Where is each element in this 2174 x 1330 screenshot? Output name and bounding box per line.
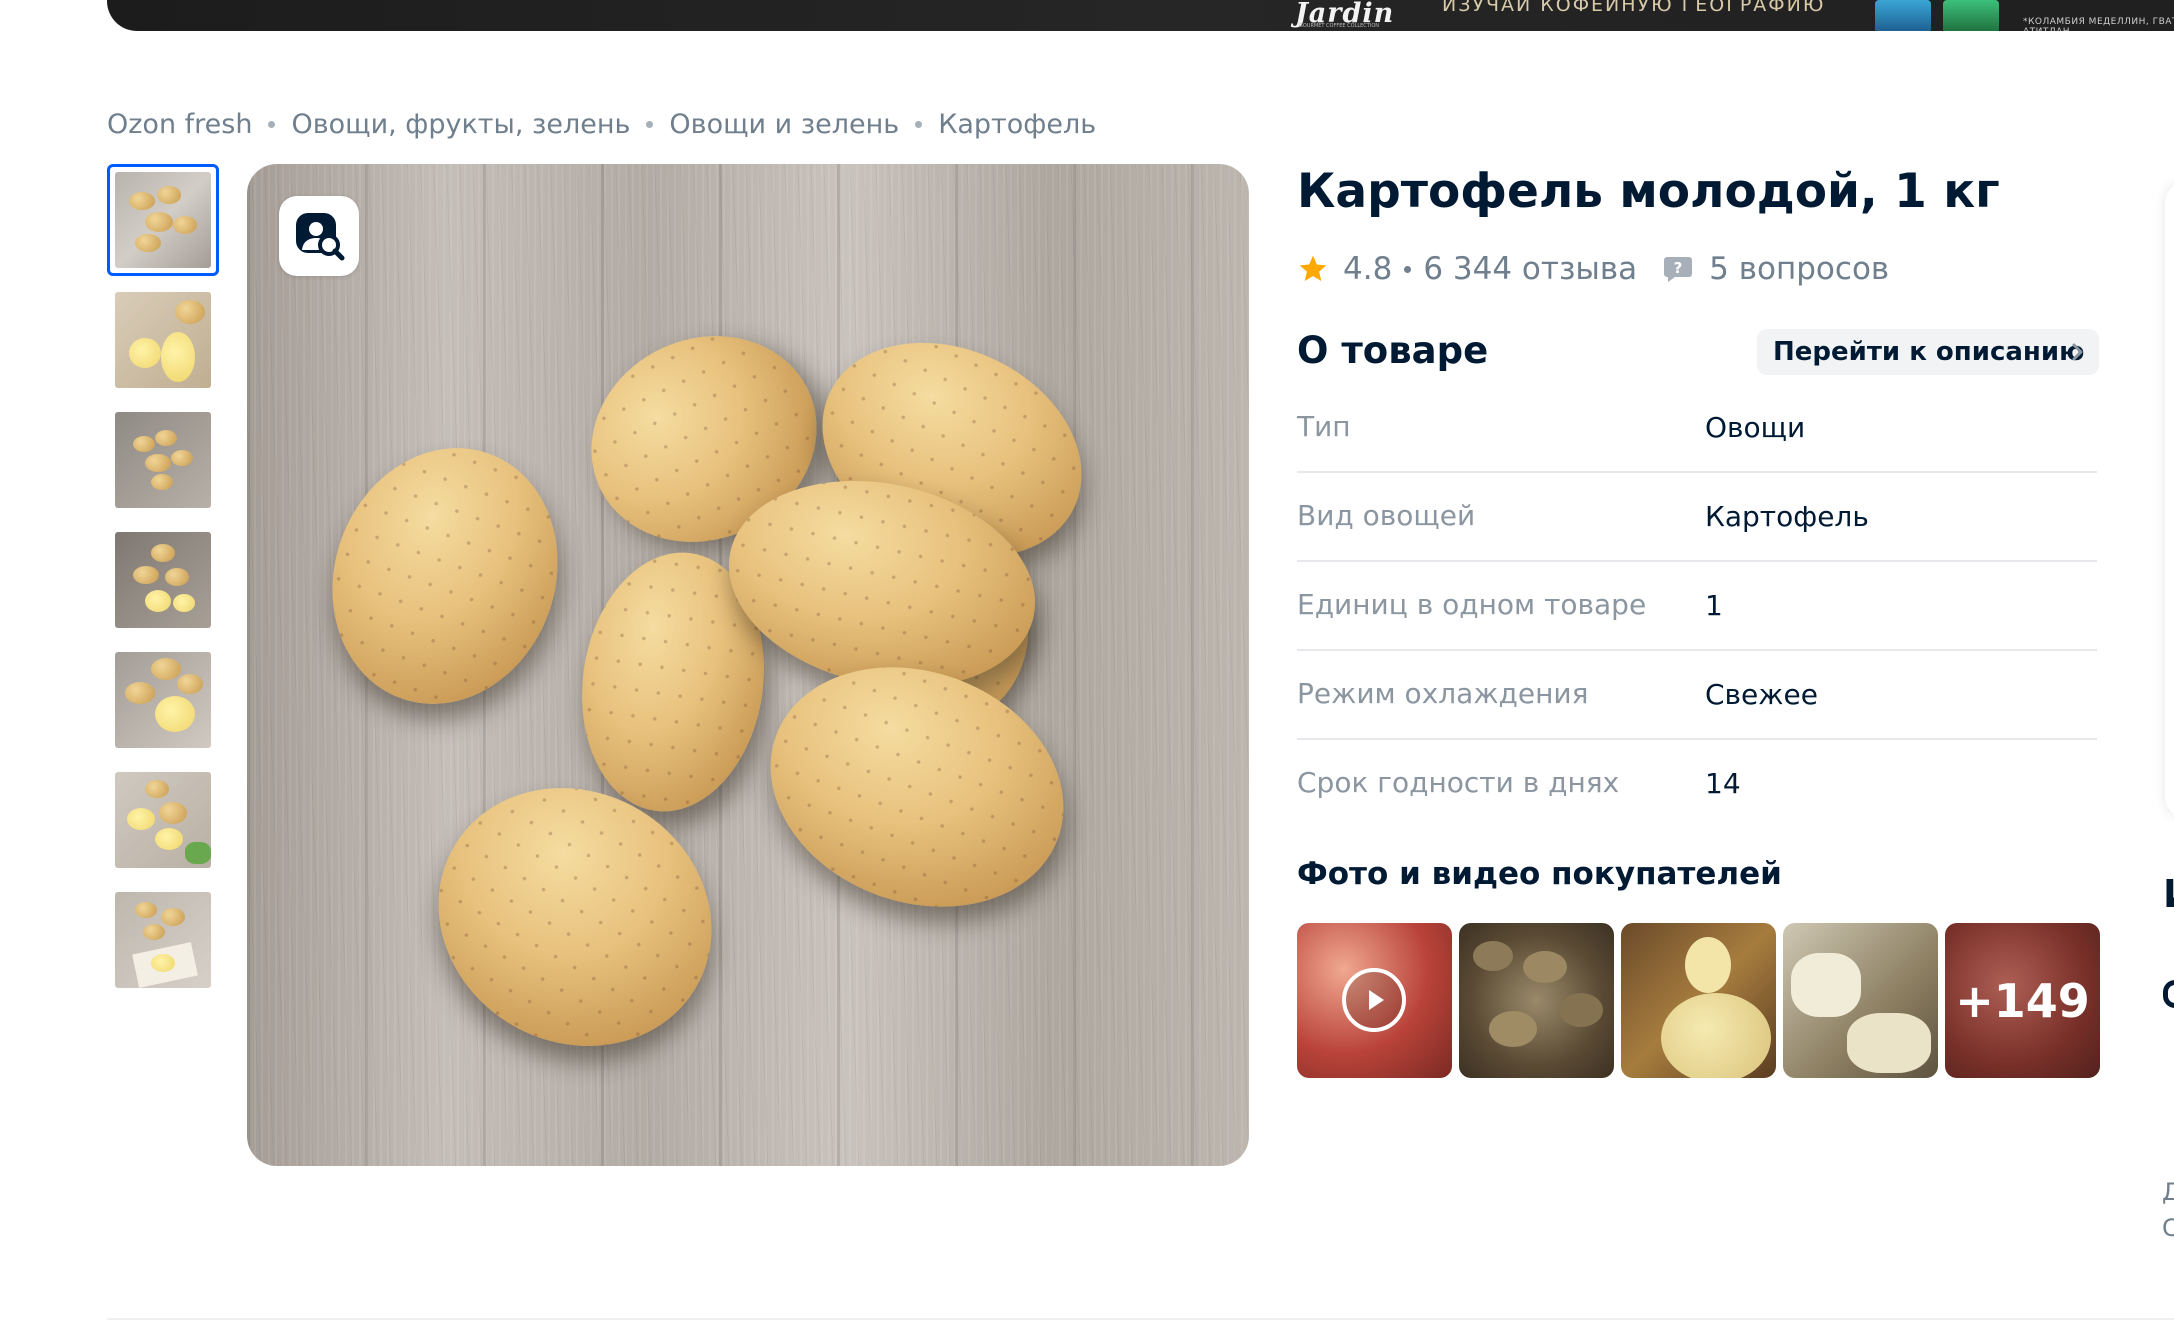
property-key: Срок годности в днях [1297, 766, 1620, 799]
thumbnail-image [115, 652, 211, 748]
property-key: Единиц в одном товаре [1297, 588, 1647, 621]
coffee-pack-image [1943, 0, 1999, 31]
breadcrumb-item[interactable]: Ozon fresh [107, 109, 252, 140]
side-heading-fragment: И [2163, 872, 2174, 916]
property-row: Единиц в одном товаре 1 [1297, 562, 2097, 651]
more-media-count: +149 [1945, 923, 2100, 1078]
product-main-image[interactable] [247, 164, 1249, 1166]
customer-video[interactable] [1297, 923, 1452, 1078]
customer-media-more[interactable]: +149 [1945, 923, 2100, 1078]
thumbnail-image [115, 772, 211, 868]
side-text-fragment: С [2162, 1214, 2174, 1242]
property-value[interactable]: Картофель [1705, 500, 1869, 533]
thumbnail[interactable] [107, 164, 219, 276]
reviews-link[interactable]: 6 344 отзыва [1423, 251, 1637, 287]
side-icon-fragment [2163, 980, 2174, 1008]
promo-banner[interactable]: Jardin GOURMET COFFEE COLLECTION ИЗУЧАЙ … [107, 0, 2174, 31]
question-bubble-icon: ? [1664, 257, 1693, 282]
banner-note: *КОЛАМБИЯ МЕДЕЛЛИН, ГВАТЕМАЛА АТИТЛАН [2023, 17, 2174, 31]
coffee-pack-image [1875, 0, 1931, 31]
thumbnail[interactable] [107, 524, 219, 636]
breadcrumb-item[interactable]: Овощи, фрукты, зелень [291, 109, 630, 140]
star-icon [1299, 255, 1327, 281]
breadcrumb-separator [268, 120, 276, 128]
about-title: О товаре [1297, 329, 1489, 372]
search-person-icon [296, 213, 345, 261]
customer-media-title: Фото и видео покупателей [1297, 856, 1782, 892]
property-row: Тип Овощи [1297, 384, 2097, 473]
properties-list: Тип Овощи Вид овощей Картофель Единиц в … [1297, 384, 2097, 829]
property-value: 1 [1705, 589, 1723, 622]
chevron-right-icon [2072, 343, 2083, 361]
price-card-partial [2165, 180, 2174, 820]
svg-text:?: ? [1674, 259, 1683, 277]
thumbnail-image [115, 412, 211, 508]
property-row: Срок годности в днях 14 [1297, 740, 2097, 829]
property-row: Вид овощей Картофель [1297, 473, 2097, 562]
thumbnail-image [115, 292, 211, 388]
property-value: Свежее [1705, 678, 1818, 711]
play-icon [1342, 968, 1406, 1032]
customer-photo[interactable] [1621, 923, 1776, 1078]
goto-description-button[interactable]: Перейти к описанию [1757, 329, 2099, 375]
property-value: 14 [1705, 767, 1741, 800]
property-key: Вид овощей [1297, 499, 1476, 532]
section-divider [107, 1318, 2174, 1320]
product-title: Картофель молодой, 1 кг [1297, 164, 2000, 219]
thumbnail-image [115, 532, 211, 628]
thumbnail[interactable] [107, 404, 219, 516]
customer-photo[interactable] [1459, 923, 1614, 1078]
breadcrumb-separator [646, 120, 654, 128]
questions-link[interactable]: 5 вопросов [1709, 251, 1889, 287]
thumbnail-image [115, 172, 211, 268]
breadcrumb-item[interactable]: Овощи и зелень [669, 109, 899, 140]
banner-tagline: ИЗУЧАЙ КОФЕЙНУЮ ГЕОГРАФИЮ [1442, 0, 1826, 16]
thumbnail[interactable] [107, 764, 219, 876]
thumbnail-image [115, 892, 211, 988]
customer-photo[interactable] [1783, 923, 1938, 1078]
thumbnail[interactable] [107, 884, 219, 996]
goto-description-label: Перейти к описанию [1773, 337, 2085, 367]
breadcrumb-separator [915, 120, 923, 128]
banner-brand-sub: GOURMET COFFEE COLLECTION [1299, 23, 1379, 29]
property-key: Тип [1297, 410, 1351, 443]
rating-value[interactable]: 4.8 [1343, 251, 1392, 287]
breadcrumb: Ozon fresh Овощи, фрукты, зелень Овощи и… [107, 106, 1096, 142]
property-row: Режим охлаждения Свежее [1297, 651, 2097, 740]
breadcrumb-item[interactable]: Картофель [938, 109, 1096, 140]
thumbnail[interactable] [107, 644, 219, 756]
property-value[interactable]: Овощи [1705, 411, 1805, 444]
thumbnail[interactable] [107, 284, 219, 396]
rating-row: 4.8 6 344 отзыва ? 5 вопросов [1297, 251, 1889, 287]
side-text-fragment: Д [2162, 1178, 2174, 1206]
visual-search-button[interactable] [279, 196, 359, 276]
property-key: Режим охлаждения [1297, 677, 1589, 710]
separator-dot [1404, 265, 1412, 273]
